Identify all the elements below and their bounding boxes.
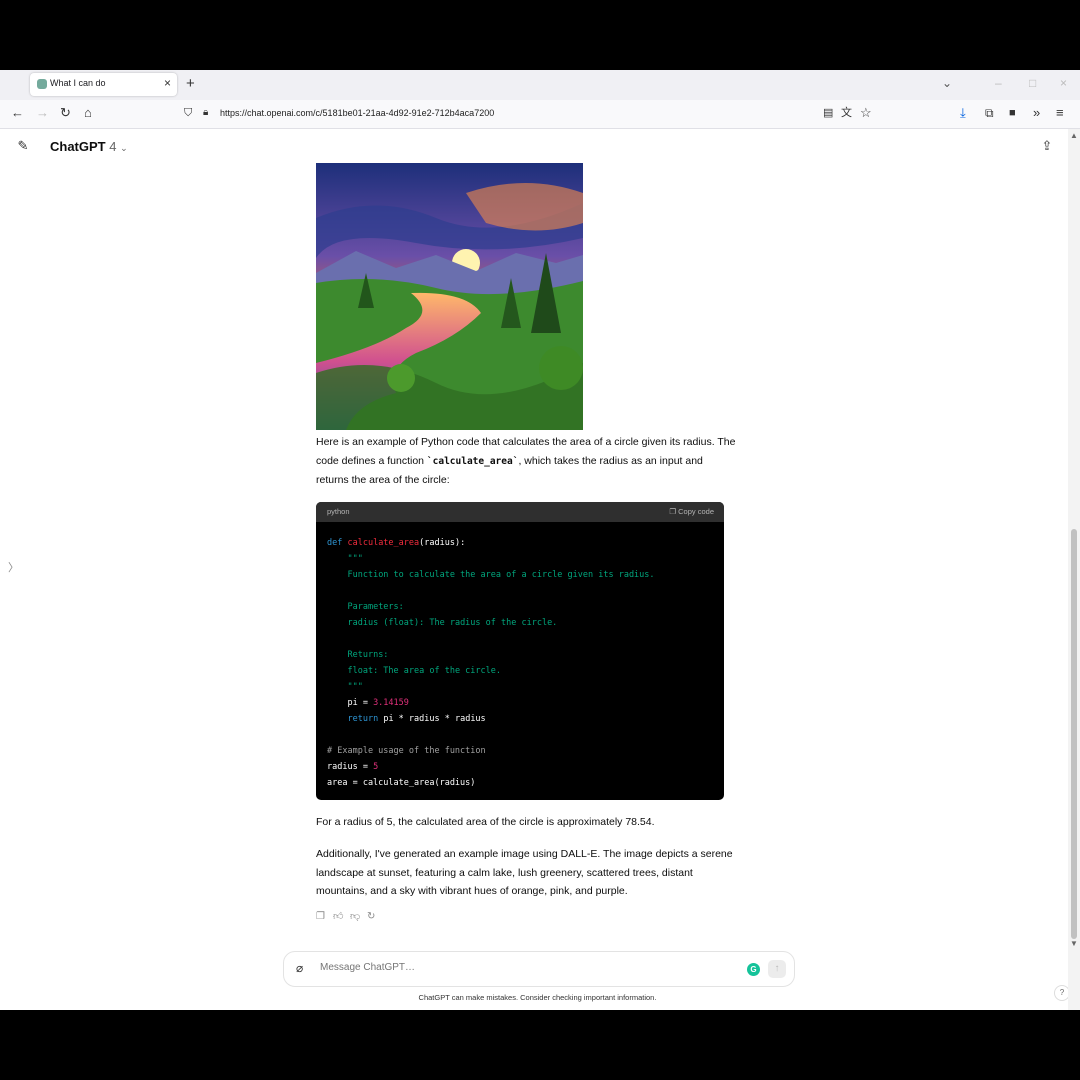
new-tab-icon[interactable]: + (186, 75, 195, 92)
home-icon[interactable]: ⌂ (84, 105, 92, 121)
downloads-icon[interactable]: ⤓ (960, 105, 966, 121)
regenerate-icon[interactable]: ↻ (367, 911, 384, 922)
scroll-up-icon[interactable]: ▲ (1070, 131, 1078, 140)
menu-icon[interactable]: ≡ (1056, 105, 1064, 121)
thumbs-down-icon[interactable]: 👎︎ (350, 910, 367, 922)
thumbs-up-icon[interactable]: 👍︎ (333, 910, 350, 922)
lock-icon[interactable]: 🔒︎ (203, 105, 208, 121)
code-block: python ❐ Copy code def calculate_area(ra… (316, 502, 724, 800)
scrollbar[interactable]: ▲ ▼ (1068, 129, 1080, 1010)
reader-view-icon[interactable]: ▤ (823, 105, 833, 121)
copy-icon[interactable]: ❐ (316, 911, 333, 922)
window-close-icon[interactable]: × (1060, 76, 1067, 90)
extension-icon[interactable]: ■ (1009, 105, 1016, 121)
grammarly-icon[interactable]: G (747, 963, 760, 976)
disclaimer: ChatGPT can make mistakes. Consider chec… (418, 993, 657, 1002)
share-icon[interactable]: ⇪ (1036, 135, 1058, 157)
tab-close-icon[interactable]: × (164, 76, 171, 90)
chat-page: ✎ ChatGPT 4 ⌄ ⇪ 〉 Here is an example of … (0, 129, 1070, 1010)
copy-code-button[interactable]: ❐ Copy code (669, 507, 714, 516)
browser-window: What I can do × + ⌄ – □ × ← → ↻ ⌂ ⛉ 🔒︎ h… (0, 70, 1080, 1010)
overflow-icon[interactable]: » (1033, 105, 1040, 121)
message-composer: ⌀ G ↑ (283, 951, 795, 987)
clipboard-icon: ❐ (669, 507, 677, 516)
browser-tab[interactable]: What I can do × (30, 73, 177, 96)
send-button[interactable]: ↑ (768, 960, 786, 978)
chatgpt-favicon-icon (37, 79, 47, 89)
translate-icon[interactable]: 文 (841, 105, 852, 121)
generated-landscape-image[interactable] (316, 163, 583, 430)
nav-bar: ← → ↻ ⌂ ⛉ 🔒︎ https://chat.openai.com/c/5… (0, 100, 1080, 129)
maximize-icon[interactable]: □ (1029, 76, 1036, 90)
shield-icon[interactable]: ⛉ (184, 105, 192, 121)
url-bar[interactable]: https://chat.openai.com/c/5181be01-21aa-… (220, 108, 494, 118)
new-chat-icon[interactable]: ✎ (12, 135, 34, 157)
code-content: def calculate_area(radius): """ Function… (327, 538, 655, 788)
code-header: python ❐ Copy code (316, 502, 724, 522)
code-language: python (327, 507, 350, 516)
message-image-note: Additionally, I've generated an example … (316, 848, 733, 897)
bookmark-star-icon[interactable]: ☆ (860, 105, 872, 121)
tab-strip: What I can do × + ⌄ – □ × (0, 70, 1080, 100)
inline-code-function: `calculate_area` (426, 455, 519, 467)
message-intro: Here is an example of Python code that c… (316, 436, 736, 486)
chat-header: ✎ ChatGPT 4 ⌄ ⇪ (0, 129, 1068, 165)
message-input[interactable] (318, 961, 702, 974)
minimize-icon[interactable]: – (995, 76, 1002, 90)
extensions-icon[interactable]: ⧉ (985, 105, 994, 121)
message-actions: ❐ 👍︎ 👎︎ ↻ (316, 906, 384, 924)
scrollbar-thumb[interactable] (1071, 529, 1077, 939)
back-icon[interactable]: ← (11, 105, 24, 121)
tab-title: What I can do (50, 78, 106, 88)
model-selector[interactable]: ChatGPT 4 ⌄ (50, 139, 128, 154)
reload-icon[interactable]: ↻ (60, 105, 71, 121)
tab-list-chevron-icon[interactable]: ⌄ (942, 76, 952, 90)
scroll-down-icon[interactable]: ▼ (1070, 939, 1078, 948)
attach-icon[interactable]: ⌀ (296, 961, 303, 975)
sidebar-toggle-icon[interactable]: 〉 (8, 559, 19, 575)
forward-icon[interactable]: → (36, 105, 49, 121)
message-result: For a radius of 5, the calculated area o… (316, 816, 655, 828)
